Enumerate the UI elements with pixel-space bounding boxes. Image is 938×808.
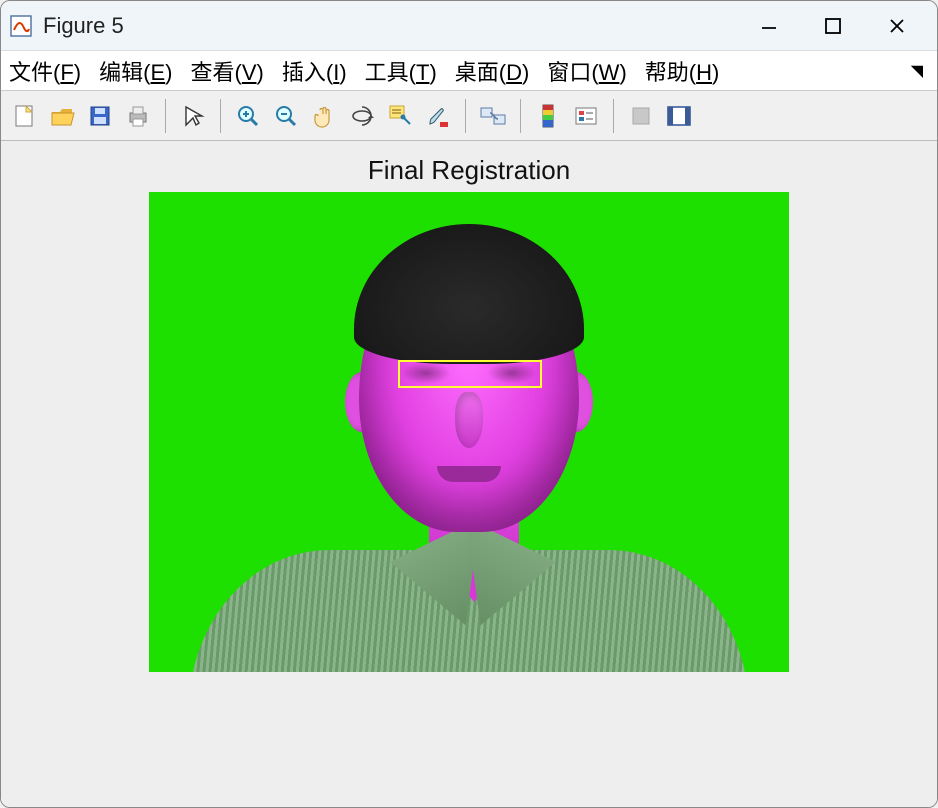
insert-legend-button[interactable]	[569, 99, 603, 133]
brush-button[interactable]	[421, 99, 455, 133]
hide-plot-tools-button[interactable]	[624, 99, 658, 133]
figure-canvas-area: Final Registration	[1, 141, 937, 807]
window-title: Figure 5	[43, 13, 124, 39]
menu-tools[interactable]: 工具(T)	[365, 55, 437, 87]
axes-image[interactable]	[149, 192, 789, 672]
titlebar: Figure 5	[1, 1, 937, 51]
minimize-button[interactable]	[737, 4, 801, 48]
zoom-in-button[interactable]	[231, 99, 265, 133]
link-plots-button[interactable]	[476, 99, 510, 133]
menu-view[interactable]: 查看(V)	[190, 55, 263, 87]
new-figure-button[interactable]	[7, 99, 41, 133]
toolbar	[1, 91, 937, 141]
figure-window: Figure 5 文件(F) 编辑(E) 查看(V) 插入(I) 工具(T) 桌…	[0, 0, 938, 808]
pan-button[interactable]	[307, 99, 341, 133]
show-plot-tools-button[interactable]	[662, 99, 696, 133]
data-cursor-button[interactable]	[383, 99, 417, 133]
menu-edit[interactable]: 编辑(E)	[99, 55, 172, 87]
dock-arrow-icon[interactable]: ◥	[911, 61, 929, 81]
insert-colorbar-button[interactable]	[531, 99, 565, 133]
close-button[interactable]	[865, 4, 929, 48]
menu-insert[interactable]: 插入(I)	[282, 55, 347, 87]
rotate3d-button[interactable]	[345, 99, 379, 133]
zoom-out-button[interactable]	[269, 99, 303, 133]
edit-plot-button[interactable]	[176, 99, 210, 133]
maximize-button[interactable]	[801, 4, 865, 48]
save-button[interactable]	[83, 99, 117, 133]
menu-help[interactable]: 帮助(H)	[645, 55, 720, 87]
open-button[interactable]	[45, 99, 79, 133]
matlab-figure-icon	[9, 14, 33, 38]
registered-image-overlay	[149, 192, 789, 672]
menu-window[interactable]: 窗口(W)	[547, 55, 626, 87]
print-button[interactable]	[121, 99, 155, 133]
axes-title: Final Registration	[368, 155, 570, 186]
menubar: 文件(F) 编辑(E) 查看(V) 插入(I) 工具(T) 桌面(D) 窗口(W…	[1, 51, 937, 91]
menu-file[interactable]: 文件(F)	[9, 55, 81, 87]
menu-desktop[interactable]: 桌面(D)	[455, 55, 530, 87]
roi-rectangle[interactable]	[398, 360, 542, 388]
